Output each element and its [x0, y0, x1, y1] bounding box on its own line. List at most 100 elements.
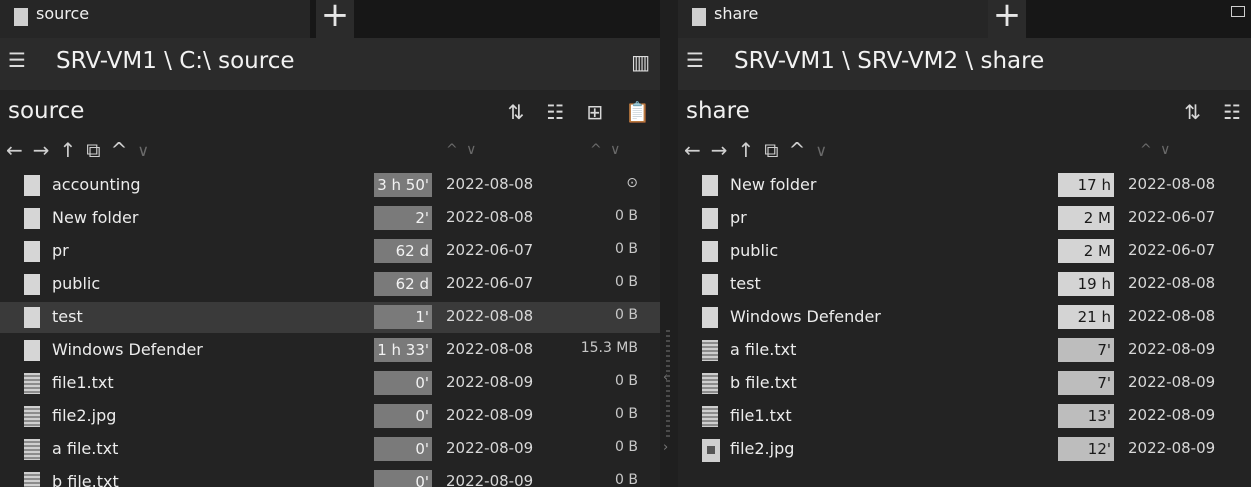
- list-view-icon[interactable]: ☷: [1223, 100, 1241, 124]
- splitter-grip[interactable]: [666, 330, 670, 440]
- collapse-icon[interactable]: ^: [111, 138, 128, 162]
- collapse-right-icon[interactable]: ›: [663, 440, 668, 455]
- path-bar: ☰ SRV-VM1 \ C:\ source ▥: [0, 38, 660, 90]
- modified-age: 62 d: [374, 239, 432, 263]
- modified-age: 7': [1058, 338, 1114, 362]
- file-name: pr: [52, 241, 69, 260]
- modified-date: 2022-08-08: [1128, 274, 1216, 292]
- modified-age: 0': [374, 437, 432, 461]
- file-size: 0 B: [615, 406, 638, 422]
- file-row[interactable]: test 19 h 2022-08-08: [678, 269, 1251, 300]
- back-icon[interactable]: ←: [684, 138, 701, 162]
- modified-date: 2022-08-08: [446, 208, 534, 226]
- file-row[interactable]: a file.txt 0' 2022-08-09 0 B: [0, 434, 660, 465]
- expand-icon[interactable]: ∨: [815, 141, 827, 160]
- tab-source[interactable]: source: [0, 0, 310, 38]
- modified-date: 2022-06-07: [1128, 208, 1216, 226]
- file-row[interactable]: file1.txt 13' 2022-08-09: [678, 401, 1251, 432]
- folder-icon: [24, 175, 40, 196]
- file-size: 0 B: [615, 208, 638, 224]
- file-row[interactable]: test 1' 2022-08-08 0 B: [0, 302, 660, 333]
- size-sort-toggle[interactable]: ^ ∨: [590, 142, 622, 158]
- add-tab-button[interactable]: +: [988, 0, 1026, 38]
- file-row[interactable]: b file.txt 7' 2022-08-09: [678, 368, 1251, 399]
- forward-icon[interactable]: →: [33, 138, 50, 162]
- path-breadcrumb[interactable]: SRV-VM1 \ C:\ source: [56, 48, 295, 74]
- file-row[interactable]: file2.jpg 0' 2022-08-09 0 B: [0, 401, 660, 432]
- file-list: New folder 17 h 2022-08-08 pr 2 M 2022-06-07 p…: [678, 170, 1251, 467]
- sort-icon[interactable]: ⇅: [508, 100, 525, 124]
- file-name: file2.jpg: [52, 406, 117, 425]
- file-row[interactable]: public 2 M 2022-06-07: [678, 236, 1251, 267]
- modified-date: 2022-08-09: [1128, 373, 1216, 391]
- back-icon[interactable]: ←: [6, 138, 23, 162]
- menu-icon[interactable]: ☰: [8, 48, 26, 72]
- modified-date: 2022-08-08: [446, 175, 534, 193]
- add-tab-button[interactable]: +: [316, 0, 354, 38]
- folder-icon: [702, 307, 718, 328]
- collapse-icon[interactable]: ^: [789, 138, 806, 162]
- file-row[interactable]: b file.txt 0' 2022-08-09 0 B: [0, 467, 660, 487]
- text-file-icon: [24, 439, 40, 460]
- modified-date: 2022-06-07: [1128, 241, 1216, 259]
- file-size: 0 B: [615, 439, 638, 455]
- pane-splitter[interactable]: ‹ ›: [660, 0, 678, 487]
- file-name: New folder: [730, 175, 817, 194]
- new-item-icon[interactable]: ⊞: [586, 100, 603, 124]
- up-icon[interactable]: ↑: [738, 138, 755, 162]
- file-row[interactable]: New folder 2' 2022-08-08 0 B: [0, 203, 660, 234]
- list-view-icon[interactable]: ☷: [546, 100, 564, 124]
- file-row[interactable]: a file.txt 7' 2022-08-09: [678, 335, 1251, 366]
- path-bar: ☰ SRV-VM1 \ SRV-VM2 \ share: [678, 38, 1251, 90]
- modified-age: 7': [1058, 371, 1114, 395]
- modified-age: 17 h: [1058, 173, 1114, 197]
- file-row[interactable]: New folder 17 h 2022-08-08: [678, 170, 1251, 201]
- modified-age: 0': [374, 404, 432, 428]
- folder-icon: [692, 8, 706, 26]
- file-name: public: [52, 274, 101, 293]
- date-sort-toggle[interactable]: ^ ∨: [1140, 142, 1172, 158]
- file-row[interactable]: Windows Defender 21 h 2022-08-08: [678, 302, 1251, 333]
- file-name: b file.txt: [52, 472, 119, 487]
- folder-view-icon[interactable]: ⧉: [86, 138, 100, 162]
- file-row[interactable]: pr 2 M 2022-06-07: [678, 203, 1251, 234]
- sort-icon[interactable]: ⇅: [1184, 100, 1201, 124]
- tab-label: source: [36, 4, 90, 23]
- right-file-pane: share + ☰ SRV-VM1 \ SRV-VM2 \ share shar…: [678, 0, 1251, 487]
- menu-icon[interactable]: ☰: [686, 48, 704, 72]
- file-row[interactable]: public 62 d 2022-06-07 0 B: [0, 269, 660, 300]
- columns-icon[interactable]: ▥: [631, 50, 650, 74]
- tab-share[interactable]: share: [678, 0, 988, 38]
- expand-icon[interactable]: ∨: [137, 141, 149, 160]
- modified-date: 2022-08-08: [1128, 175, 1216, 193]
- folder-icon: [24, 208, 40, 229]
- nav-bar: ← → ↑ ⧉ ^ ∨ ^ ∨: [678, 134, 1251, 168]
- modified-date: 2022-06-07: [446, 274, 534, 292]
- file-size: 15.3 MB: [580, 340, 638, 356]
- folder-icon: [702, 175, 718, 196]
- file-row[interactable]: accounting 3 h 50' 2022-08-08 ⊙: [0, 170, 660, 201]
- text-file-icon: [24, 406, 40, 427]
- folder-icon: [702, 274, 718, 295]
- up-icon[interactable]: ↑: [60, 138, 77, 162]
- forward-icon[interactable]: →: [711, 138, 728, 162]
- file-name: accounting: [52, 175, 141, 194]
- file-name: file1.txt: [52, 373, 114, 392]
- window-icon[interactable]: [1231, 6, 1245, 17]
- file-row[interactable]: file1.txt 0' 2022-08-09 0 B: [0, 368, 660, 399]
- date-sort-toggle[interactable]: ^ ∨: [446, 142, 478, 158]
- folder-icon: [24, 340, 40, 361]
- modified-date: 2022-08-09: [446, 472, 534, 487]
- folder-icon: [14, 8, 28, 26]
- modified-date: 2022-08-08: [446, 340, 534, 358]
- file-row[interactable]: Windows Defender 1 h 33' 2022-08-08 15.3 MB: [0, 335, 660, 366]
- file-name: a file.txt: [730, 340, 797, 359]
- modified-age: 0': [374, 371, 432, 395]
- folder-view-icon[interactable]: ⧉: [764, 138, 778, 162]
- paste-icon[interactable]: 📋: [625, 100, 650, 124]
- path-breadcrumb[interactable]: SRV-VM1 \ SRV-VM2 \ share: [734, 48, 1044, 74]
- image-file-icon: [702, 439, 720, 462]
- file-row[interactable]: pr 62 d 2022-06-07 0 B: [0, 236, 660, 267]
- file-name: Windows Defender: [730, 307, 881, 326]
- file-row[interactable]: file2.jpg 12' 2022-08-09: [678, 434, 1251, 465]
